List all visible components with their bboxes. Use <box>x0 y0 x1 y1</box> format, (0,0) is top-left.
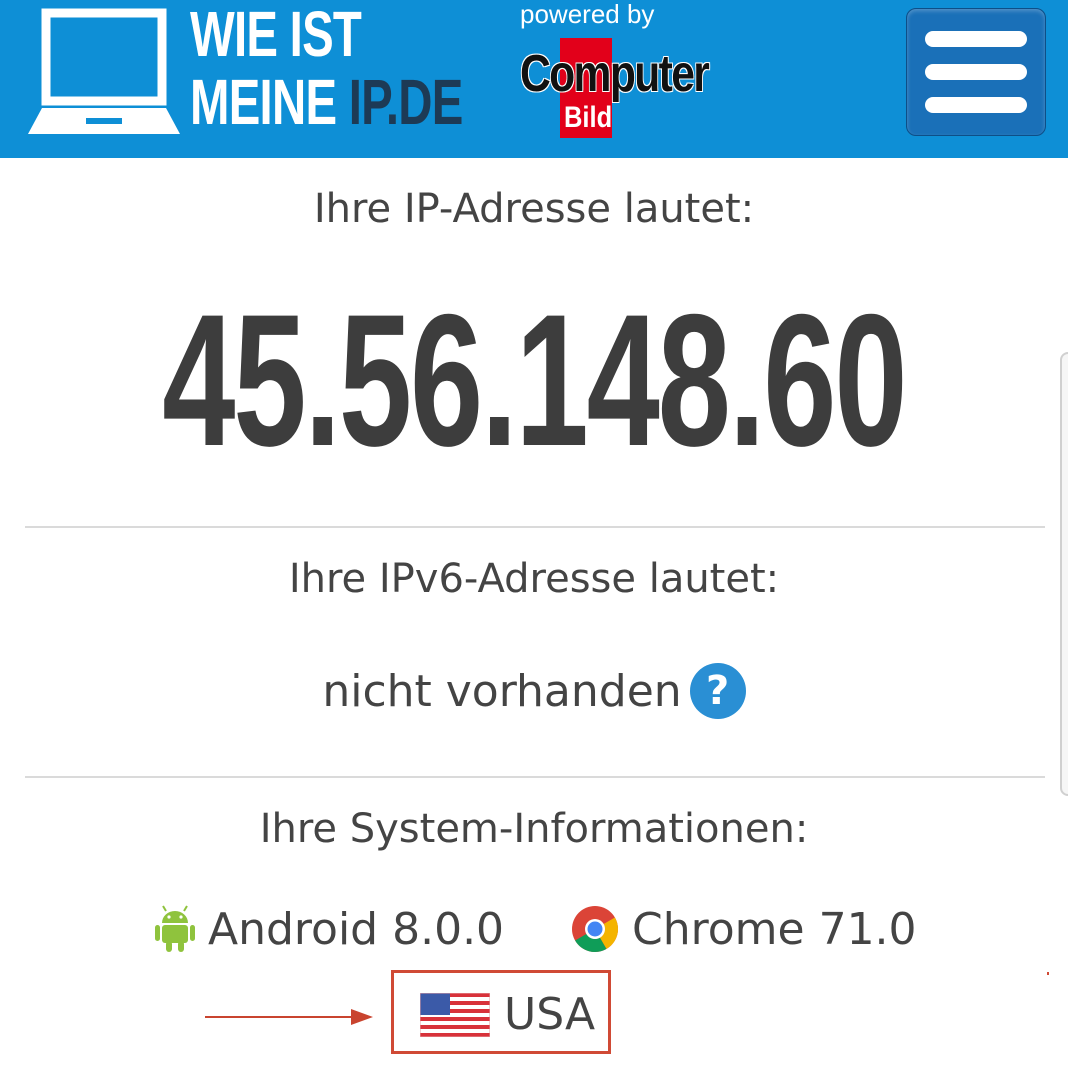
site-logo-text[interactable]: WIE IST MEINE IP.DE <box>190 2 463 134</box>
brand-line-1: WIE IST <box>190 0 362 70</box>
laptop-icon[interactable] <box>26 8 182 138</box>
android-icon <box>155 905 195 952</box>
os-text: Android 8.0.0 <box>208 904 505 955</box>
ipv4-label: Ihre IP-Adresse lautet: <box>313 186 755 232</box>
powered-by-label: powered by <box>520 0 655 29</box>
ipv6-value-row: nicht vorhanden? <box>0 662 1068 722</box>
annotation-arrow-icon <box>205 1009 373 1025</box>
system-info-row: Android 8.0.0 Chrome 71.0 <box>0 898 1068 962</box>
computerbild-logo-text[interactable]: Computer <box>520 46 710 102</box>
brand-line-2b: IP.DE <box>348 66 464 138</box>
system-info-label: Ihre System-Informationen: <box>259 806 809 852</box>
country-highlight-box: USA <box>391 970 611 1054</box>
divider <box>25 526 1045 528</box>
ipv6-value: nicht vorhanden <box>322 666 682 717</box>
stray-mark <box>1047 972 1049 975</box>
browser-info: Chrome 71.0 <box>570 898 917 962</box>
hamburger-menu-icon <box>925 31 1027 47</box>
brand-line-2a: MEINE <box>190 66 349 138</box>
os-info: Android 8.0.0 <box>154 898 504 962</box>
browser-text: Chrome 71.0 <box>632 904 917 955</box>
hamburger-menu-icon <box>925 64 1027 80</box>
scrollbar[interactable] <box>1060 352 1068 796</box>
computerbild-bild-text: Bild <box>564 101 613 134</box>
hamburger-menu-button[interactable] <box>906 8 1046 136</box>
country-text: USA <box>504 989 596 1040</box>
divider <box>25 776 1045 778</box>
ipv4-address: 45.56.148.60 <box>0 286 1068 474</box>
ipv4-address-value: 45.56.148.60 <box>162 275 907 485</box>
site-header: WIE IST MEINE IP.DE powered by Computer … <box>0 0 1068 158</box>
hamburger-menu-icon <box>925 97 1027 113</box>
usa-flag-icon <box>420 993 490 1037</box>
ipv6-label: Ihre IPv6-Adresse lautet: <box>288 556 780 602</box>
help-icon[interactable]: ? <box>689 663 746 719</box>
chrome-icon <box>572 906 618 952</box>
